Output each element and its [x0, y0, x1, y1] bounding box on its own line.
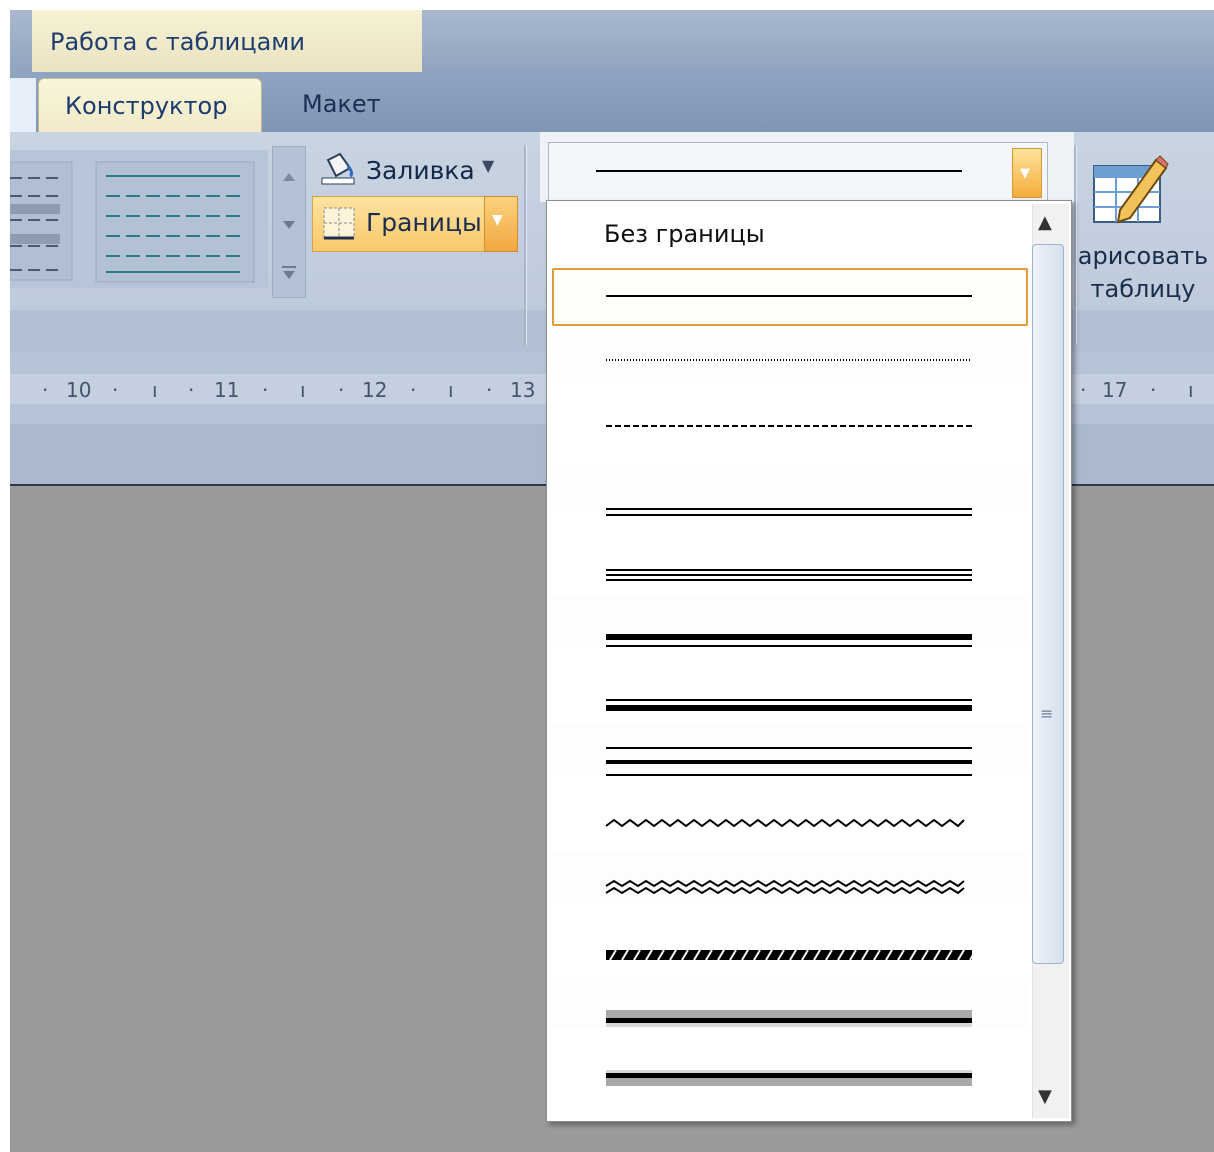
draw-table-line1: арисовать	[1077, 242, 1209, 270]
gallery-scroll[interactable]	[272, 146, 306, 298]
ruler-number: 17	[1102, 378, 1128, 402]
line-style-current-preview	[596, 170, 962, 172]
line-style-combobox[interactable]	[548, 142, 1048, 202]
scrollbar-thumb[interactable]	[1032, 244, 1064, 964]
left-edge	[0, 0, 10, 1152]
ruler-mark: ı	[1188, 378, 1194, 402]
context-tab-table-tools: Работа с таблицами	[32, 10, 422, 72]
scroll-up-arrow-icon[interactable]: ▲	[1038, 212, 1052, 233]
option-thin-thick[interactable]	[606, 699, 972, 711]
borders-grid-icon	[323, 207, 355, 240]
ruler-mark: ·	[42, 378, 49, 402]
ruler-mark: ·	[188, 378, 195, 402]
option-3d-emboss[interactable]	[606, 1010, 972, 1027]
option-double-wavy[interactable]	[605, 879, 965, 895]
option-double[interactable]	[606, 508, 972, 516]
ruler-number: 10	[66, 378, 92, 402]
option-triple[interactable]	[606, 569, 972, 581]
draw-table-pencil-icon[interactable]	[1090, 152, 1170, 228]
ruler-number: 12	[362, 378, 388, 402]
option-thick-thin[interactable]	[606, 634, 972, 647]
ruler-mark: ·	[338, 378, 345, 402]
ruler-mark: ·	[486, 378, 493, 402]
borders-caret-icon: ▼	[492, 212, 503, 228]
option-thin-thick-thin[interactable]	[606, 747, 972, 776]
group-separator	[524, 145, 527, 345]
fill-button[interactable]: Заливка	[366, 156, 475, 185]
option-wavy[interactable]	[605, 818, 965, 828]
tab-design[interactable]: Конструктор	[38, 78, 262, 134]
ruler-mark: ı	[300, 378, 306, 402]
ruler-mark: ·	[262, 378, 269, 402]
line-style-options	[605, 295, 972, 1086]
gallery-scroll-arrows-icon	[282, 173, 296, 279]
borders-label: Границы	[366, 208, 482, 237]
tab-stub	[10, 78, 36, 132]
paint-bucket-icon[interactable]	[320, 150, 358, 186]
draw-table-line2: таблицу	[1090, 275, 1196, 303]
scrollbar-grip-icon: ≡	[1040, 704, 1054, 723]
ruler-mark: ı	[448, 378, 454, 402]
ruler-mark: ı	[152, 378, 158, 402]
draw-table-button[interactable]: арисовать таблицу	[1072, 240, 1214, 306]
chevron-down-icon: ▼	[1020, 166, 1030, 181]
option-no-border[interactable]: Без границы	[604, 220, 765, 248]
ruler-mark: ·	[112, 378, 119, 402]
option-3d-engrave[interactable]	[606, 1070, 972, 1086]
tab-layout[interactable]: Макет	[302, 90, 381, 118]
ruler-number: 13	[510, 378, 536, 402]
option-dash-dot-stroked[interactable]	[606, 950, 972, 960]
table-style-thumbnails	[9, 161, 255, 283]
ruler-mark: ·	[1080, 378, 1087, 402]
ruler-number: 11	[214, 378, 240, 402]
ruler-mark: ·	[1150, 378, 1157, 402]
scroll-down-arrow-icon[interactable]: ▼	[1038, 1086, 1052, 1107]
ruler-mark: ·	[410, 378, 417, 402]
fill-dropdown-caret-icon[interactable]: ▼	[482, 156, 494, 175]
table-styles-gallery[interactable]	[9, 150, 268, 288]
